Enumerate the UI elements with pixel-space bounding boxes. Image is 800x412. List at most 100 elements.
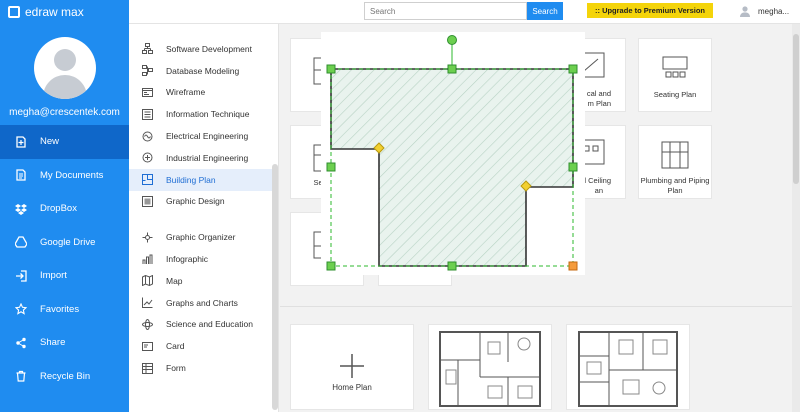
category-card[interactable]: Card xyxy=(129,335,278,357)
graphic-organizer-icon xyxy=(141,231,153,243)
category-graphic-design[interactable]: Graphic Design xyxy=(129,191,278,213)
category-database-modeling[interactable]: Database Modeling xyxy=(129,60,278,82)
template-label: Home Plan xyxy=(332,383,372,392)
category-information-technique[interactable]: Information Technique xyxy=(129,103,278,125)
wireframe-icon xyxy=(141,86,153,98)
sidebar-item-label: Favorites xyxy=(40,303,80,315)
rotate-handle[interactable] xyxy=(447,35,457,45)
template-card-home-plan-new[interactable]: Home Plan xyxy=(290,324,414,410)
sidebar-item-label: My Documents xyxy=(40,169,104,181)
seating-plan-icon xyxy=(662,56,688,78)
plumbing-plan-icon xyxy=(661,141,689,169)
dropbox-icon xyxy=(14,202,28,216)
search-button[interactable]: Search xyxy=(527,2,563,20)
room-shape[interactable] xyxy=(330,68,574,267)
edraw-logo-icon xyxy=(8,6,20,18)
template-thumbnail-home-plan-2[interactable] xyxy=(566,324,690,410)
sidebar-item-label: DropBox xyxy=(40,203,77,215)
trash-icon xyxy=(14,369,28,383)
section-divider xyxy=(280,306,792,307)
user-email: megha@crescentek.com xyxy=(9,107,120,118)
category-label: Card xyxy=(166,341,185,352)
resize-handle-nw[interactable] xyxy=(326,64,336,74)
category-graphic-organizer[interactable]: Graphic Organizer xyxy=(129,226,278,248)
sidebar-item-google-drive[interactable]: Google Drive xyxy=(0,226,129,260)
sidebar-item-label: Recycle Bin xyxy=(40,370,91,382)
star-icon xyxy=(14,302,28,316)
plus-icon xyxy=(340,354,364,378)
category-graphs-and-charts[interactable]: Graphs and Charts xyxy=(129,292,278,314)
category-infographic[interactable]: Infographic xyxy=(129,248,278,270)
sidebar-item-label: New xyxy=(40,136,60,148)
category-label: Infographic xyxy=(166,254,209,265)
sidebar-item-my-documents[interactable]: My Documents xyxy=(0,159,129,193)
user-name: megha... xyxy=(758,6,790,16)
sidebar-item-recycle-bin[interactable]: Recycle Bin xyxy=(0,360,129,394)
resize-handle-n[interactable] xyxy=(447,64,457,74)
sidebar-item-label: Share xyxy=(40,337,66,349)
form-icon xyxy=(141,362,153,374)
category-form[interactable]: Form xyxy=(129,357,278,379)
template-card-plumbing-piping[interactable]: Plumbing and Piping Plan xyxy=(638,125,712,199)
template-label: Plan xyxy=(667,186,683,195)
avatar-body-shape xyxy=(42,75,87,99)
import-icon xyxy=(14,269,28,283)
map-icon xyxy=(141,275,153,287)
sidebar-item-favorites[interactable]: Favorites xyxy=(0,293,129,327)
sidebar-item-new[interactable]: New xyxy=(0,125,129,159)
industrial-engineering-icon xyxy=(141,152,153,164)
category-label: Database Modeling xyxy=(166,65,240,76)
category-label: Map xyxy=(166,275,183,286)
resize-handle-se[interactable] xyxy=(568,261,578,271)
sidebar-item-import[interactable]: Import xyxy=(0,259,129,293)
electrical-engineering-icon xyxy=(141,130,153,142)
sidebar-item-share[interactable]: Share xyxy=(0,326,129,360)
resize-handle-e[interactable] xyxy=(568,162,578,172)
main-scrollbar[interactable] xyxy=(792,24,800,412)
template-label: Seating Plan xyxy=(653,90,697,99)
category-label: Science and Education xyxy=(166,319,253,330)
upgrade-button[interactable]: :: Upgrade to Premium Version xyxy=(587,3,713,18)
sidebar: edraw max megha@crescentek.com New My Do… xyxy=(0,0,129,412)
sidebar-item-dropbox[interactable]: DropBox xyxy=(0,192,129,226)
floor-plan-thumbnail-icon xyxy=(578,331,678,407)
building-plan-icon xyxy=(141,174,153,186)
category-label: Software Development xyxy=(166,43,252,54)
share-icon xyxy=(14,336,28,350)
category-electrical-engineering[interactable]: Electrical Engineering xyxy=(129,125,278,147)
resize-handle-s[interactable] xyxy=(447,261,457,271)
category-label: Building Plan xyxy=(166,174,216,185)
category-scrollbar[interactable] xyxy=(272,164,278,410)
category-label: Industrial Engineering xyxy=(166,152,249,163)
google-drive-icon xyxy=(14,235,28,249)
category-software-development[interactable]: Software Development xyxy=(129,38,278,60)
category-wireframe[interactable]: Wireframe xyxy=(129,82,278,104)
graphs-and-charts-icon xyxy=(141,297,153,309)
template-thumbnail-home-plan-1[interactable] xyxy=(428,324,552,410)
category-label: Form xyxy=(166,363,186,374)
room-shape-editor[interactable] xyxy=(321,32,585,275)
category-label: Graphic Organizer xyxy=(166,232,236,243)
resize-handle-sw[interactable] xyxy=(326,261,336,271)
avatar[interactable] xyxy=(33,37,96,99)
main-scrollbar-thumb[interactable] xyxy=(793,34,799,184)
search-input[interactable] xyxy=(364,2,527,20)
category-label: Wireframe xyxy=(166,87,206,98)
sidebar-nav: New My Documents DropBox Google Drive Im… xyxy=(0,125,129,393)
category-industrial-engineering[interactable]: Industrial Engineering xyxy=(129,147,278,169)
new-file-icon xyxy=(14,135,28,149)
shape-preview-overlay[interactable] xyxy=(321,32,585,275)
sidebar-item-label: Import xyxy=(40,270,67,282)
app-logo[interactable]: edraw max xyxy=(0,0,129,24)
user-menu[interactable]: megha... xyxy=(739,5,789,17)
resize-handle-w[interactable] xyxy=(326,162,336,172)
resize-handle-ne[interactable] xyxy=(568,64,578,74)
avatar-head-shape xyxy=(53,49,76,71)
category-science-and-education[interactable]: Science and Education xyxy=(129,314,278,336)
category-map[interactable]: Map xyxy=(129,270,278,292)
category-list: Software Development Database Modeling W… xyxy=(129,24,279,412)
documents-icon xyxy=(14,168,28,182)
user-icon xyxy=(740,6,750,17)
category-building-plan[interactable]: Building Plan xyxy=(129,168,278,191)
template-card-seating-plan[interactable]: Seating Plan xyxy=(638,38,712,112)
